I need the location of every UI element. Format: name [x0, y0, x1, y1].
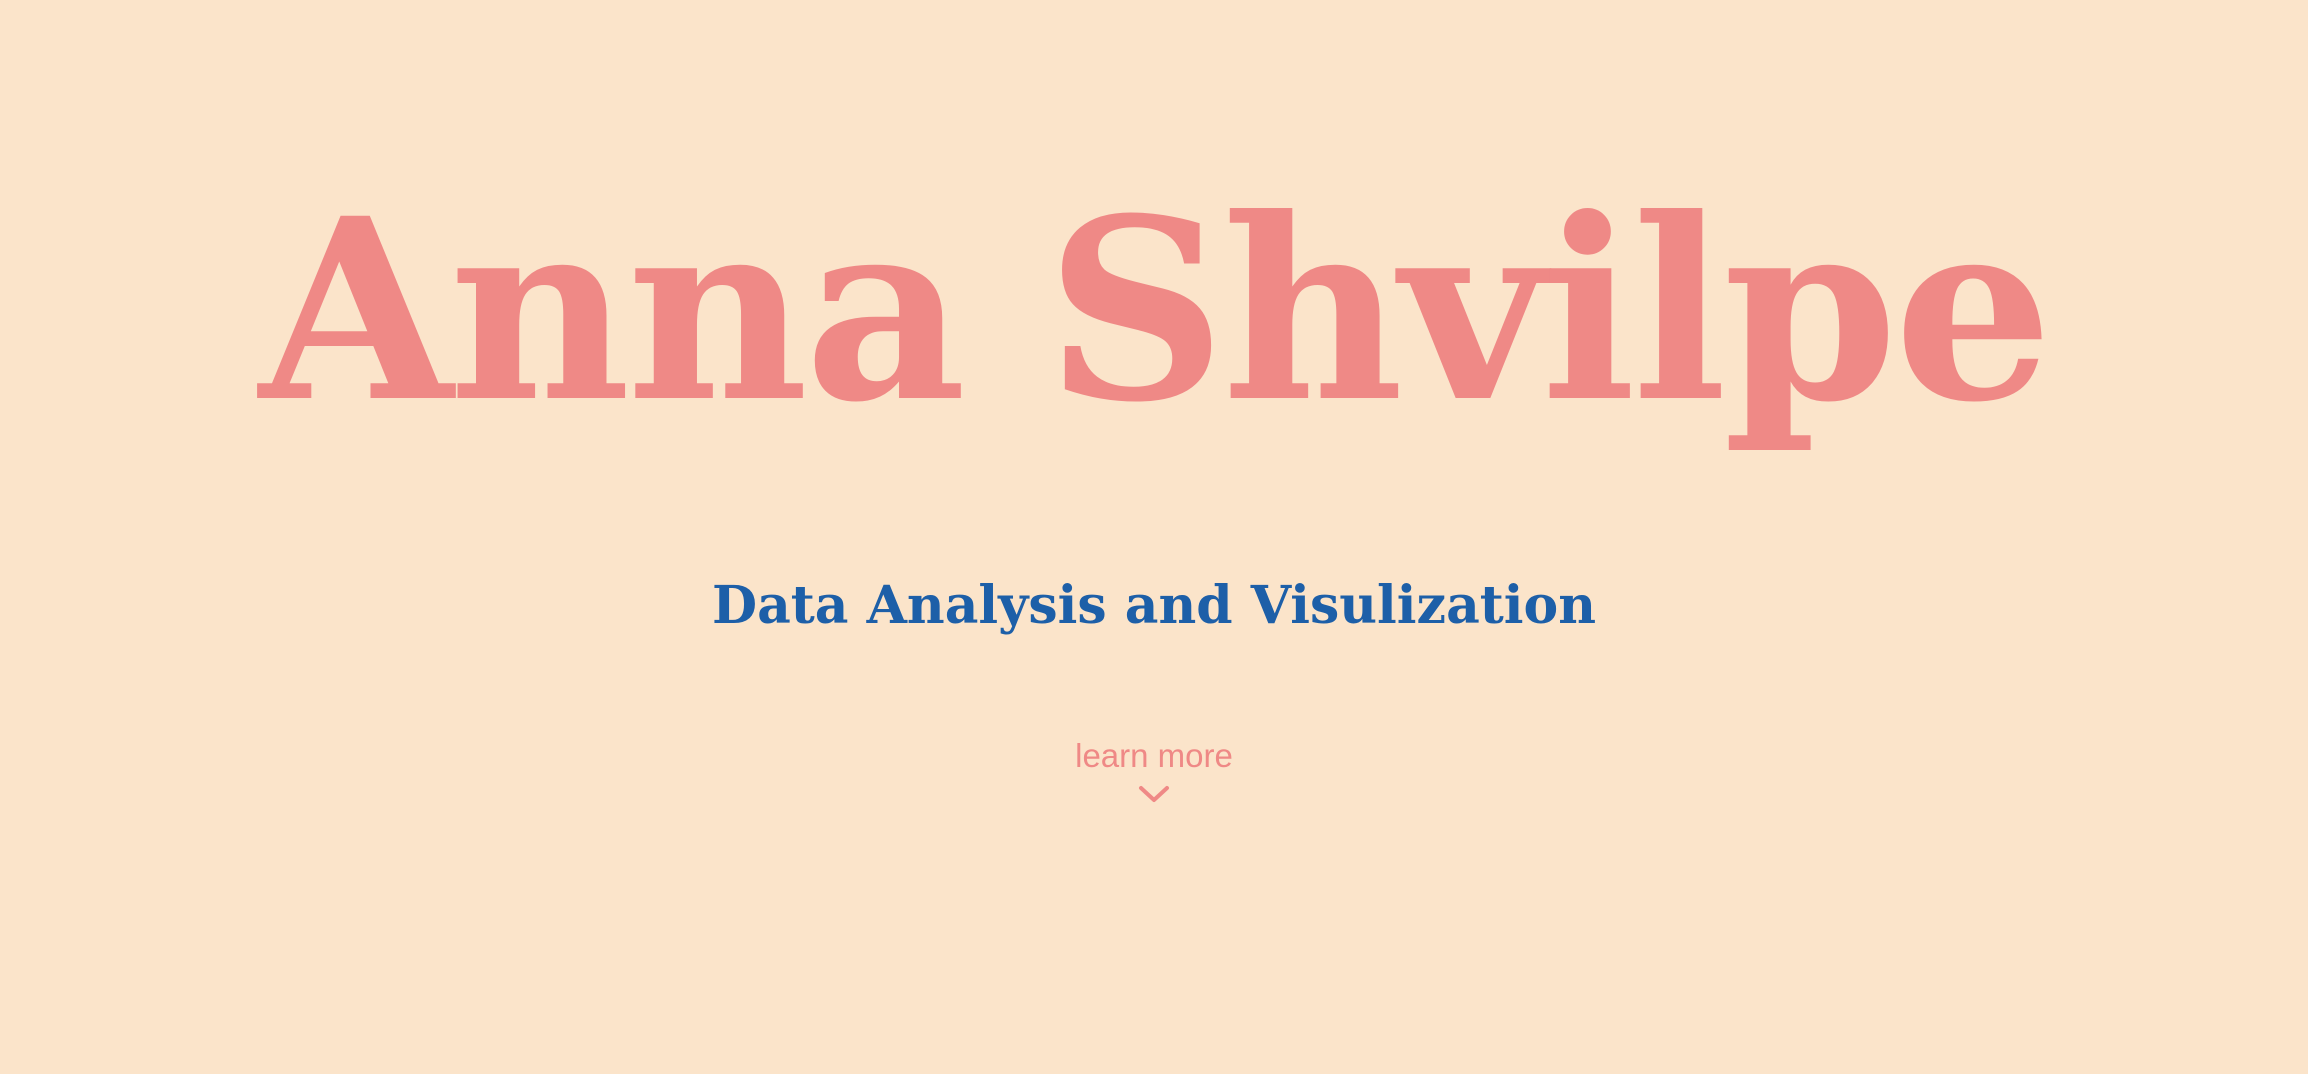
hero-subtitle: Data Analysis and Visulization [711, 575, 1597, 636]
learn-more-link[interactable]: learn more [1054, 736, 1254, 826]
chevron-down-icon [1139, 785, 1169, 802]
learn-more-label: learn more [1075, 737, 1233, 774]
hero-name-title: Anna Shvilpe [259, 163, 2053, 457]
hero-section: Anna Shvilpe Data Analysis and Visulizat… [0, 0, 2308, 1074]
